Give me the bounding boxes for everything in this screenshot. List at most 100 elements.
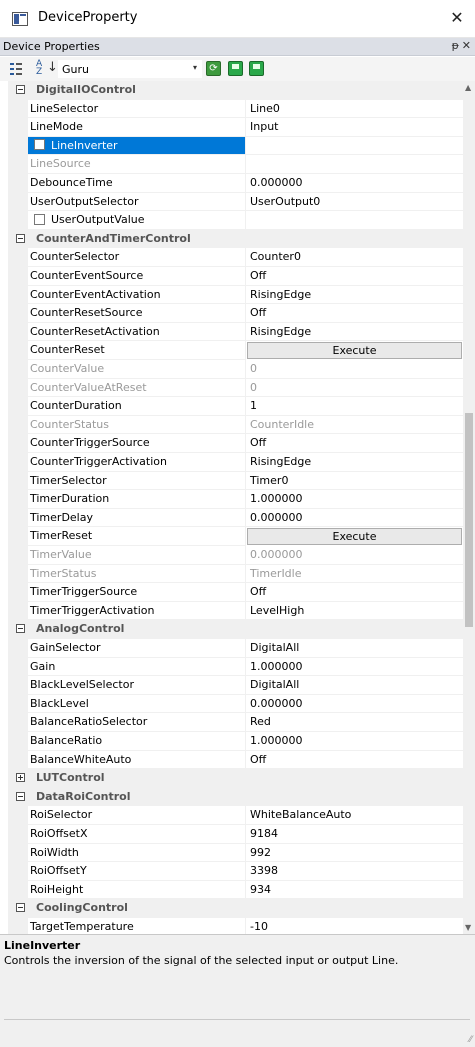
- property-name[interactable]: CounterStatus: [28, 415, 246, 435]
- property-value[interactable]: UserOutput0: [246, 193, 463, 212]
- property-row[interactable]: LineMode Input: [8, 118, 463, 137]
- property-name[interactable]: BalanceRatioSelector: [28, 713, 246, 732]
- property-value[interactable]: 934: [246, 881, 463, 900]
- property-name[interactable]: RoiHeight: [28, 880, 246, 900]
- property-row[interactable]: TimerDelay 0.000000: [8, 508, 463, 528]
- alphabetical-sort-icon[interactable]: A Z ↓: [36, 60, 58, 78]
- property-value[interactable]: Off: [246, 583, 463, 602]
- property-value[interactable]: 3398: [246, 862, 463, 881]
- property-value[interactable]: DigitalAll: [246, 676, 463, 695]
- property-value[interactable]: 1.000000: [246, 732, 463, 751]
- category-row[interactable]: CoolingControl: [8, 899, 463, 918]
- property-name[interactable]: CounterValue: [28, 360, 246, 379]
- property-name[interactable]: RoiWidth: [28, 843, 246, 863]
- property-name[interactable]: RoiSelector: [28, 806, 246, 825]
- property-name[interactable]: TimerTriggerSource: [28, 583, 246, 602]
- property-name[interactable]: CounterTriggerActivation: [28, 453, 246, 472]
- panel-close-icon[interactable]: ✕: [462, 39, 471, 52]
- property-value[interactable]: -10: [246, 918, 463, 934]
- refresh-icon[interactable]: ⟳: [206, 61, 221, 76]
- pin-icon[interactable]: ᵽ: [452, 39, 459, 52]
- property-row[interactable]: CounterDuration 1: [8, 397, 463, 416]
- property-value[interactable]: LevelHigh: [246, 602, 463, 621]
- property-value[interactable]: Red: [246, 713, 463, 732]
- category-row[interactable]: AnalogControl: [8, 620, 463, 639]
- category-row[interactable]: DataRoiControl: [8, 787, 463, 807]
- property-value[interactable]: 1.000000: [246, 658, 463, 677]
- property-name[interactable]: LineInverter: [28, 136, 246, 156]
- property-value[interactable]: Off: [246, 304, 463, 323]
- property-name[interactable]: RoiOffsetX: [28, 825, 246, 844]
- property-row[interactable]: BalanceWhiteAuto Off: [8, 750, 463, 770]
- property-name[interactable]: Gain: [28, 657, 246, 677]
- category-row[interactable]: LUTControl: [8, 769, 463, 788]
- collapse-icon[interactable]: [16, 903, 25, 913]
- property-value[interactable]: 0.000000: [246, 695, 463, 714]
- property-row[interactable]: TimerValue 0.000000: [8, 546, 463, 565]
- window-close-icon[interactable]: ✕: [447, 8, 467, 28]
- property-name[interactable]: TimerStatus: [28, 564, 246, 584]
- property-row[interactable]: CounterValueAtReset 0: [8, 378, 463, 398]
- property-name[interactable]: BlackLevel: [28, 694, 246, 714]
- property-row[interactable]: LineInverter: [8, 136, 463, 156]
- property-name[interactable]: CounterEventSource: [28, 267, 246, 286]
- property-row[interactable]: GainSelector DigitalAll: [8, 639, 463, 658]
- property-name[interactable]: TargetTemperature: [28, 918, 246, 934]
- property-row[interactable]: TimerReset Execute: [8, 527, 463, 546]
- property-name[interactable]: BlackLevelSelector: [28, 676, 246, 695]
- property-name[interactable]: TimerTriggerActivation: [28, 601, 246, 621]
- category-label[interactable]: CoolingControl: [8, 899, 463, 918]
- property-value[interactable]: RisingEdge: [246, 286, 463, 305]
- property-value[interactable]: WhiteBalanceAuto: [246, 806, 463, 825]
- property-value[interactable]: Off: [246, 434, 463, 453]
- category-label[interactable]: DigitalIOControl: [8, 81, 463, 100]
- property-row[interactable]: LineSource: [8, 155, 463, 174]
- property-name[interactable]: LineSource: [28, 155, 246, 174]
- property-row[interactable]: LineSelector Line0: [8, 99, 463, 119]
- property-row[interactable]: Gain 1.000000: [8, 657, 463, 677]
- property-name[interactable]: UserOutputSelector: [28, 192, 246, 212]
- property-value[interactable]: [246, 137, 463, 156]
- execute-button[interactable]: Execute: [247, 528, 462, 545]
- checkbox[interactable]: [34, 213, 45, 225]
- property-name[interactable]: LineMode: [28, 118, 246, 137]
- save-features-icon[interactable]: [228, 61, 243, 76]
- property-value[interactable]: 1: [246, 397, 463, 416]
- property-row[interactable]: CounterResetActivation RisingEdge: [8, 322, 463, 342]
- property-value[interactable]: Off: [246, 751, 463, 770]
- property-name[interactable]: LineSelector: [28, 99, 246, 119]
- property-row[interactable]: TimerTriggerActivation LevelHigh: [8, 601, 463, 621]
- property-name[interactable]: CounterTriggerSource: [28, 434, 246, 453]
- property-row[interactable]: RoiOffsetY 3398: [8, 862, 463, 881]
- visibility-combo[interactable]: Guru ▾: [58, 60, 202, 78]
- scrollbar-thumb[interactable]: [465, 413, 473, 627]
- property-name[interactable]: CounterResetActivation: [28, 322, 246, 342]
- property-row[interactable]: CounterReset Execute: [8, 341, 463, 360]
- property-name[interactable]: UserOutputValue: [28, 211, 246, 230]
- property-row[interactable]: CounterEventSource Off: [8, 267, 463, 286]
- property-row[interactable]: BalanceRatio 1.000000: [8, 732, 463, 751]
- property-row[interactable]: RoiWidth 992: [8, 843, 463, 863]
- property-row[interactable]: BalanceRatioSelector Red: [8, 713, 463, 732]
- scroll-up-icon[interactable]: ▲: [465, 83, 471, 92]
- category-label[interactable]: CounterAndTimerControl: [8, 229, 463, 249]
- collapse-icon[interactable]: [16, 791, 25, 801]
- category-label[interactable]: AnalogControl: [8, 620, 463, 639]
- property-value[interactable]: 992: [246, 844, 463, 863]
- property-name[interactable]: CounterReset: [28, 341, 246, 360]
- property-value[interactable]: DigitalAll: [246, 639, 463, 658]
- property-row[interactable]: UserOutputValue: [8, 211, 463, 230]
- property-row[interactable]: CounterEventActivation RisingEdge: [8, 285, 463, 305]
- property-value[interactable]: RisingEdge: [246, 323, 463, 342]
- property-value[interactable]: Counter0: [246, 248, 463, 267]
- expand-icon[interactable]: [16, 773, 25, 783]
- property-name[interactable]: TimerDelay: [28, 508, 246, 528]
- scroll-down-icon[interactable]: ▼: [465, 923, 471, 932]
- property-value[interactable]: Input: [246, 118, 463, 137]
- property-value[interactable]: Timer0: [246, 472, 463, 491]
- property-row[interactable]: BlackLevel 0.000000: [8, 694, 463, 714]
- property-row[interactable]: BlackLevelSelector DigitalAll: [8, 676, 463, 695]
- category-row[interactable]: DigitalIOControl: [8, 81, 463, 100]
- property-name[interactable]: CounterEventActivation: [28, 285, 246, 305]
- execute-button[interactable]: Execute: [247, 342, 462, 359]
